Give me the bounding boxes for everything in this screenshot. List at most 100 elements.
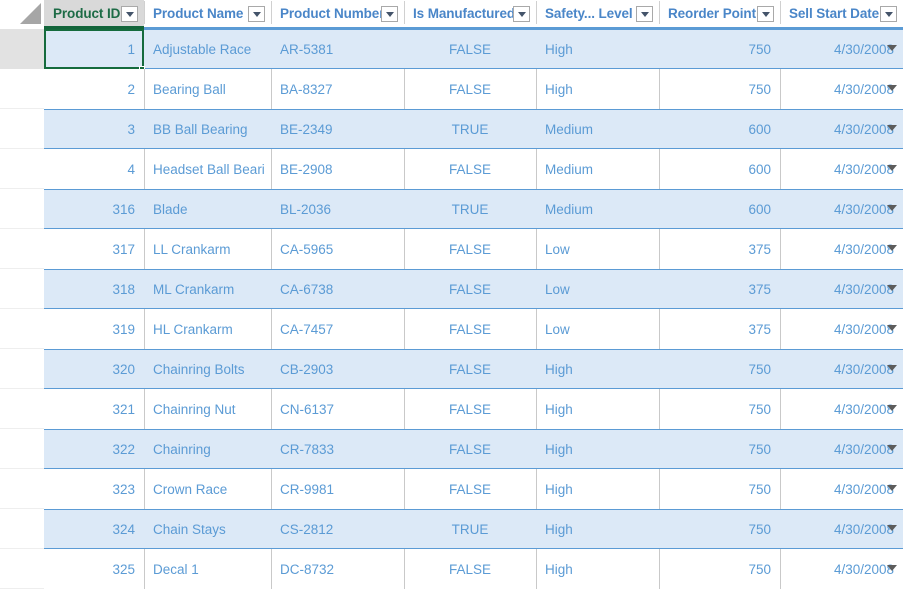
cell-reorder_point[interactable]: 750 bbox=[659, 509, 780, 549]
filter-dropdown-icon-product_id[interactable] bbox=[121, 6, 138, 22]
row-header[interactable] bbox=[0, 429, 44, 469]
cell-product_id[interactable]: 325 bbox=[44, 549, 144, 589]
cell-product_name[interactable]: Chainring bbox=[144, 429, 271, 469]
cell-safety_level[interactable]: High bbox=[536, 29, 659, 69]
column-header-safety_level[interactable]: Safety... Level bbox=[536, 0, 659, 29]
cell-is_manufactured[interactable]: FALSE bbox=[404, 69, 536, 109]
cell-is_manufactured[interactable]: FALSE bbox=[404, 269, 536, 309]
cell-safety_level[interactable]: High bbox=[536, 69, 659, 109]
cell-reorder_point[interactable]: 750 bbox=[659, 469, 780, 509]
row-header[interactable] bbox=[0, 389, 44, 429]
row-dropdown-icon[interactable] bbox=[887, 85, 897, 91]
cell-is_manufactured[interactable]: FALSE bbox=[404, 349, 536, 389]
cell-is_manufactured[interactable]: FALSE bbox=[404, 29, 536, 69]
table-row[interactable]: 317 LL Crankarm CA-5965 FALSE Low 375 4/30/200… bbox=[0, 229, 903, 269]
cell-sell_start_date[interactable]: 4/30/2008 bbox=[780, 149, 903, 189]
cell-is_manufactured[interactable]: FALSE bbox=[404, 309, 536, 349]
cell-is_manufactured[interactable]: TRUE bbox=[404, 109, 536, 149]
row-header[interactable] bbox=[0, 29, 44, 69]
cell-product_number[interactable]: BE-2908 bbox=[271, 149, 404, 189]
column-header-is_manufactured[interactable]: Is Manufactured bbox=[404, 0, 536, 29]
cell-is_manufactured[interactable]: FALSE bbox=[404, 469, 536, 509]
cell-product_number[interactable]: CA-6738 bbox=[271, 269, 404, 309]
cell-product_name[interactable]: ML Crankarm bbox=[144, 269, 271, 309]
cell-reorder_point[interactable]: 750 bbox=[659, 69, 780, 109]
row-header[interactable] bbox=[0, 269, 44, 309]
cell-product_name[interactable]: Blade bbox=[144, 189, 271, 229]
row-dropdown-icon[interactable] bbox=[887, 125, 897, 131]
filter-dropdown-icon-reorder_point[interactable] bbox=[757, 6, 774, 22]
cell-sell_start_date[interactable]: 4/30/2008 bbox=[780, 189, 903, 229]
cell-sell_start_date[interactable]: 4/30/2008 bbox=[780, 269, 903, 309]
cell-sell_start_date[interactable]: 4/30/2008 bbox=[780, 549, 903, 589]
row-dropdown-icon[interactable] bbox=[887, 365, 897, 371]
column-header-sell_start_date[interactable]: Sell Start Date bbox=[780, 0, 903, 29]
cell-sell_start_date[interactable]: 4/30/2008 bbox=[780, 29, 903, 69]
cell-product_name[interactable]: Chainring Bolts bbox=[144, 349, 271, 389]
row-header[interactable] bbox=[0, 109, 44, 149]
cell-reorder_point[interactable]: 375 bbox=[659, 269, 780, 309]
column-separator[interactable] bbox=[536, 1, 537, 24]
table-row[interactable]: 3 BB Ball Bearing BE-2349 TRUE Medium 600 4/30… bbox=[0, 109, 903, 149]
select-all-corner[interactable] bbox=[0, 0, 44, 29]
cell-safety_level[interactable]: High bbox=[536, 509, 659, 549]
cell-product_id[interactable]: 323 bbox=[44, 469, 144, 509]
column-separator[interactable] bbox=[271, 1, 272, 24]
cell-product_id[interactable]: 1 bbox=[44, 29, 144, 69]
row-header[interactable] bbox=[0, 149, 44, 189]
cell-product_name[interactable]: Decal 1 bbox=[144, 549, 271, 589]
table-row[interactable]: 319 HL Crankarm CA-7457 FALSE Low 375 4/30/200… bbox=[0, 309, 903, 349]
cell-is_manufactured[interactable]: FALSE bbox=[404, 149, 536, 189]
cell-product_number[interactable]: AR-5381 bbox=[271, 29, 404, 69]
cell-reorder_point[interactable]: 750 bbox=[659, 389, 780, 429]
cell-product_name[interactable]: Adjustable Race bbox=[144, 29, 271, 69]
filter-dropdown-icon-safety_level[interactable] bbox=[636, 6, 653, 22]
cell-sell_start_date[interactable]: 4/30/2008 bbox=[780, 469, 903, 509]
column-separator[interactable] bbox=[780, 1, 781, 24]
row-dropdown-icon[interactable] bbox=[887, 485, 897, 491]
cell-reorder_point[interactable]: 600 bbox=[659, 149, 780, 189]
cell-safety_level[interactable]: Low bbox=[536, 309, 659, 349]
filter-dropdown-icon-product_name[interactable] bbox=[248, 6, 265, 22]
filter-dropdown-icon-sell_start_date[interactable] bbox=[880, 6, 897, 22]
column-header-product_number[interactable]: Product Number bbox=[271, 0, 404, 29]
cell-sell_start_date[interactable]: 4/30/2008 bbox=[780, 109, 903, 149]
table-row[interactable]: 4 Headset Ball Beari BE-2908 FALSE Medium 600… bbox=[0, 149, 903, 189]
row-header[interactable] bbox=[0, 509, 44, 549]
table-row[interactable]: 316 Blade BL-2036 TRUE Medium 600 4/30/2008 bbox=[0, 189, 903, 229]
cell-is_manufactured[interactable]: FALSE bbox=[404, 549, 536, 589]
cell-is_manufactured[interactable]: TRUE bbox=[404, 509, 536, 549]
cell-sell_start_date[interactable]: 4/30/2008 bbox=[780, 69, 903, 109]
table-row[interactable]: 322 Chainring CR-7833 FALSE High 750 4/30/2008 bbox=[0, 429, 903, 469]
row-dropdown-icon[interactable] bbox=[887, 165, 897, 171]
table-row[interactable]: 318 ML Crankarm CA-6738 FALSE Low 375 4/30/200… bbox=[0, 269, 903, 309]
cell-product_number[interactable]: BA-8327 bbox=[271, 69, 404, 109]
column-separator[interactable] bbox=[144, 1, 145, 24]
cell-product_name[interactable]: BB Ball Bearing bbox=[144, 109, 271, 149]
cell-product_id[interactable]: 2 bbox=[44, 69, 144, 109]
row-dropdown-icon[interactable] bbox=[887, 205, 897, 211]
cell-product_name[interactable]: Bearing Ball bbox=[144, 69, 271, 109]
cell-product_number[interactable]: CS-2812 bbox=[271, 509, 404, 549]
table-row[interactable]: 323 Crown Race CR-9981 FALSE High 750 4/30/200… bbox=[0, 469, 903, 509]
row-header[interactable] bbox=[0, 469, 44, 509]
table-row[interactable]: 2 Bearing Ball BA-8327 FALSE High 750 4/30/200… bbox=[0, 69, 903, 109]
row-header[interactable] bbox=[0, 69, 44, 109]
row-dropdown-icon[interactable] bbox=[887, 445, 897, 451]
cell-reorder_point[interactable]: 750 bbox=[659, 429, 780, 469]
table-row[interactable]: 325 Decal 1 DC-8732 FALSE High 750 4/30/2008 bbox=[0, 549, 903, 589]
cell-safety_level[interactable]: Medium bbox=[536, 189, 659, 229]
cell-product_number[interactable]: DC-8732 bbox=[271, 549, 404, 589]
cell-is_manufactured[interactable]: FALSE bbox=[404, 429, 536, 469]
cell-sell_start_date[interactable]: 4/30/2008 bbox=[780, 509, 903, 549]
cell-product_id[interactable]: 318 bbox=[44, 269, 144, 309]
row-dropdown-icon[interactable] bbox=[887, 565, 897, 571]
cell-reorder_point[interactable]: 600 bbox=[659, 189, 780, 229]
cell-reorder_point[interactable]: 375 bbox=[659, 309, 780, 349]
cell-product_id[interactable]: 322 bbox=[44, 429, 144, 469]
cell-is_manufactured[interactable]: TRUE bbox=[404, 189, 536, 229]
cell-product_id[interactable]: 316 bbox=[44, 189, 144, 229]
row-dropdown-icon[interactable] bbox=[887, 325, 897, 331]
cell-product_number[interactable]: BL-2036 bbox=[271, 189, 404, 229]
cell-product_id[interactable]: 317 bbox=[44, 229, 144, 269]
